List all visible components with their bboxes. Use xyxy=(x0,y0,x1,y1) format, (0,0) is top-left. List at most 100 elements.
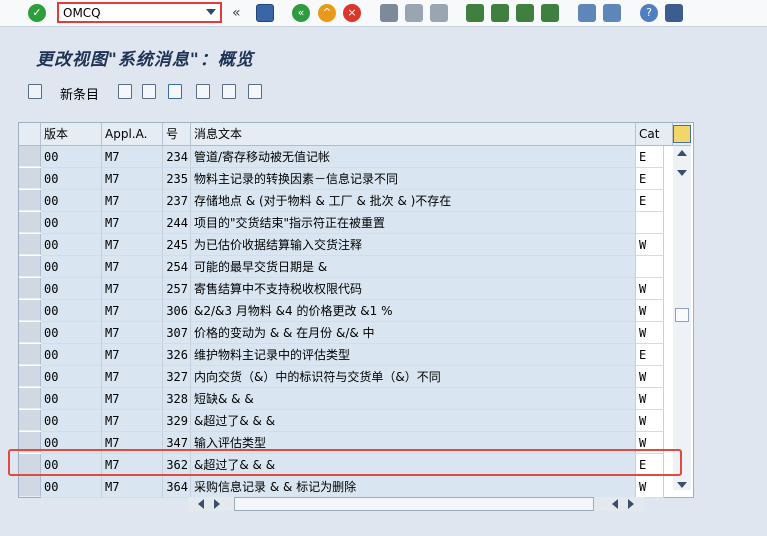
cell-version[interactable]: 00 xyxy=(41,278,102,300)
cell-appl-area[interactable]: M7 xyxy=(102,454,163,476)
table-row[interactable]: 00 M7 329 &超过了& & & W xyxy=(19,410,691,432)
scroll-left-icon[interactable] xyxy=(198,499,204,509)
cell-version[interactable]: 00 xyxy=(41,366,102,388)
cell-category[interactable] xyxy=(636,212,664,234)
cell-appl-area[interactable]: M7 xyxy=(102,146,163,168)
cell-version[interactable]: 00 xyxy=(41,300,102,322)
cell-message-text[interactable]: 项目的"交货结束"指示符正在被重置 xyxy=(191,212,636,234)
row-selector[interactable] xyxy=(19,344,41,365)
scroll-right-end-icon[interactable] xyxy=(628,499,634,509)
cell-appl-area[interactable]: M7 xyxy=(102,168,163,190)
row-selector[interactable] xyxy=(19,278,41,299)
cell-message-text[interactable]: 输入评估类型 xyxy=(191,432,636,454)
cell-category[interactable]: E xyxy=(636,344,664,366)
cell-category[interactable]: W xyxy=(636,366,664,388)
row-selector[interactable] xyxy=(19,388,41,409)
cell-message-text[interactable]: 内向交货（&）中的标识符与交货单（&）不同 xyxy=(191,366,636,388)
cell-category[interactable]: W xyxy=(636,432,664,454)
cell-version[interactable]: 00 xyxy=(41,168,102,190)
scroll-thumb[interactable] xyxy=(675,308,689,322)
cell-number[interactable]: 235 xyxy=(163,168,191,190)
cell-number[interactable]: 326 xyxy=(163,344,191,366)
layout-icon[interactable] xyxy=(665,4,683,22)
cell-number[interactable]: 245 xyxy=(163,234,191,256)
cell-number[interactable]: 328 xyxy=(163,388,191,410)
cell-version[interactable]: 00 xyxy=(41,454,102,476)
cell-version[interactable]: 00 xyxy=(41,234,102,256)
row-selector[interactable] xyxy=(19,432,41,453)
cell-appl-area[interactable]: M7 xyxy=(102,256,163,278)
cell-version[interactable]: 00 xyxy=(41,212,102,234)
cell-appl-area[interactable]: M7 xyxy=(102,234,163,256)
shortcut-icon[interactable] xyxy=(603,4,621,22)
cell-message-text[interactable]: 可能的最早交货日期是 & xyxy=(191,256,636,278)
cell-version[interactable]: 00 xyxy=(41,432,102,454)
column-header-message-text[interactable]: 消息文本 xyxy=(191,123,636,145)
cell-category[interactable]: E xyxy=(636,190,664,212)
cell-version[interactable]: 00 xyxy=(41,476,102,498)
table-row[interactable]: 00 M7 234 管道/寄存移动被无值记帐 E xyxy=(19,146,691,168)
prev-page-icon[interactable] xyxy=(491,4,509,22)
cell-number[interactable]: 347 xyxy=(163,432,191,454)
select-all-header[interactable] xyxy=(19,123,41,145)
cell-appl-area[interactable]: M7 xyxy=(102,300,163,322)
cell-appl-area[interactable]: M7 xyxy=(102,388,163,410)
command-field[interactable] xyxy=(57,2,222,23)
select-block-icon[interactable] xyxy=(222,84,236,99)
find-icon[interactable] xyxy=(405,4,423,22)
row-selector[interactable] xyxy=(19,322,41,343)
cell-appl-area[interactable]: M7 xyxy=(102,212,163,234)
display-change-icon[interactable] xyxy=(28,84,42,99)
cell-category[interactable]: W xyxy=(636,410,664,432)
cell-version[interactable]: 00 xyxy=(41,146,102,168)
cell-appl-area[interactable]: M7 xyxy=(102,432,163,454)
column-header-category[interactable]: Cat xyxy=(636,123,673,145)
column-header-version[interactable]: 版本 xyxy=(41,123,102,145)
table-row[interactable]: 00 M7 244 项目的"交货结束"指示符正在被重置 xyxy=(19,212,691,234)
cell-category[interactable] xyxy=(636,256,664,278)
chevron-down-icon[interactable] xyxy=(206,9,216,15)
cell-number[interactable]: 257 xyxy=(163,278,191,300)
help-icon[interactable]: ? xyxy=(640,4,658,22)
table-row[interactable]: 00 M7 347 输入评估类型 W xyxy=(19,432,691,454)
select-all-icon[interactable] xyxy=(196,84,210,99)
page-down-icon[interactable] xyxy=(677,170,687,176)
cell-category[interactable]: W xyxy=(636,300,664,322)
table-row[interactable]: 00 M7 237 存储地点 & (对于物料 & 工厂 & 批次 & )不存在 E xyxy=(19,190,691,212)
table-row[interactable]: 00 M7 328 短缺& & & W xyxy=(19,388,691,410)
table-row[interactable]: 00 M7 326 维护物料主记录中的评估类型 E xyxy=(19,344,691,366)
cell-number[interactable]: 234 xyxy=(163,146,191,168)
cell-message-text[interactable]: 物料主记录的转换因素－信息记录不同 xyxy=(191,168,636,190)
scroll-left-end-icon[interactable] xyxy=(612,499,618,509)
table-row[interactable]: 00 M7 257 寄售结算中不支持税收权限代码 W xyxy=(19,278,691,300)
first-page-icon[interactable] xyxy=(466,4,484,22)
cell-version[interactable]: 00 xyxy=(41,256,102,278)
cell-number[interactable]: 306 xyxy=(163,300,191,322)
cell-version[interactable]: 00 xyxy=(41,410,102,432)
cell-category[interactable]: E xyxy=(636,146,664,168)
cell-version[interactable]: 00 xyxy=(41,322,102,344)
table-row[interactable]: 00 M7 254 可能的最早交货日期是 & xyxy=(19,256,691,278)
cell-category[interactable]: E xyxy=(636,454,664,476)
table-row[interactable]: 00 M7 307 价格的变动为 & & 在月份 &/& 中W xyxy=(19,322,691,344)
cell-appl-area[interactable]: M7 xyxy=(102,476,163,498)
scroll-up-icon[interactable] xyxy=(677,150,687,156)
column-header-number[interactable]: 号 xyxy=(163,123,191,145)
row-selector[interactable] xyxy=(19,234,41,255)
row-selector[interactable] xyxy=(19,212,41,233)
ok-icon[interactable]: ✓ xyxy=(28,4,46,22)
back-icon[interactable]: « xyxy=(292,4,310,22)
scroll-down-icon[interactable] xyxy=(677,482,687,488)
command-input[interactable] xyxy=(61,5,203,20)
cell-appl-area[interactable]: M7 xyxy=(102,190,163,212)
cell-category[interactable]: W xyxy=(636,388,664,410)
cell-appl-area[interactable]: M7 xyxy=(102,366,163,388)
cancel-icon[interactable]: × xyxy=(343,4,361,22)
collapse-icon[interactable]: « xyxy=(232,4,241,22)
deselect-all-icon[interactable] xyxy=(248,84,262,99)
undo-icon[interactable] xyxy=(168,84,182,99)
cell-number[interactable]: 327 xyxy=(163,366,191,388)
cell-appl-area[interactable]: M7 xyxy=(102,344,163,366)
find-next-icon[interactable] xyxy=(430,4,448,22)
cell-version[interactable]: 00 xyxy=(41,190,102,212)
